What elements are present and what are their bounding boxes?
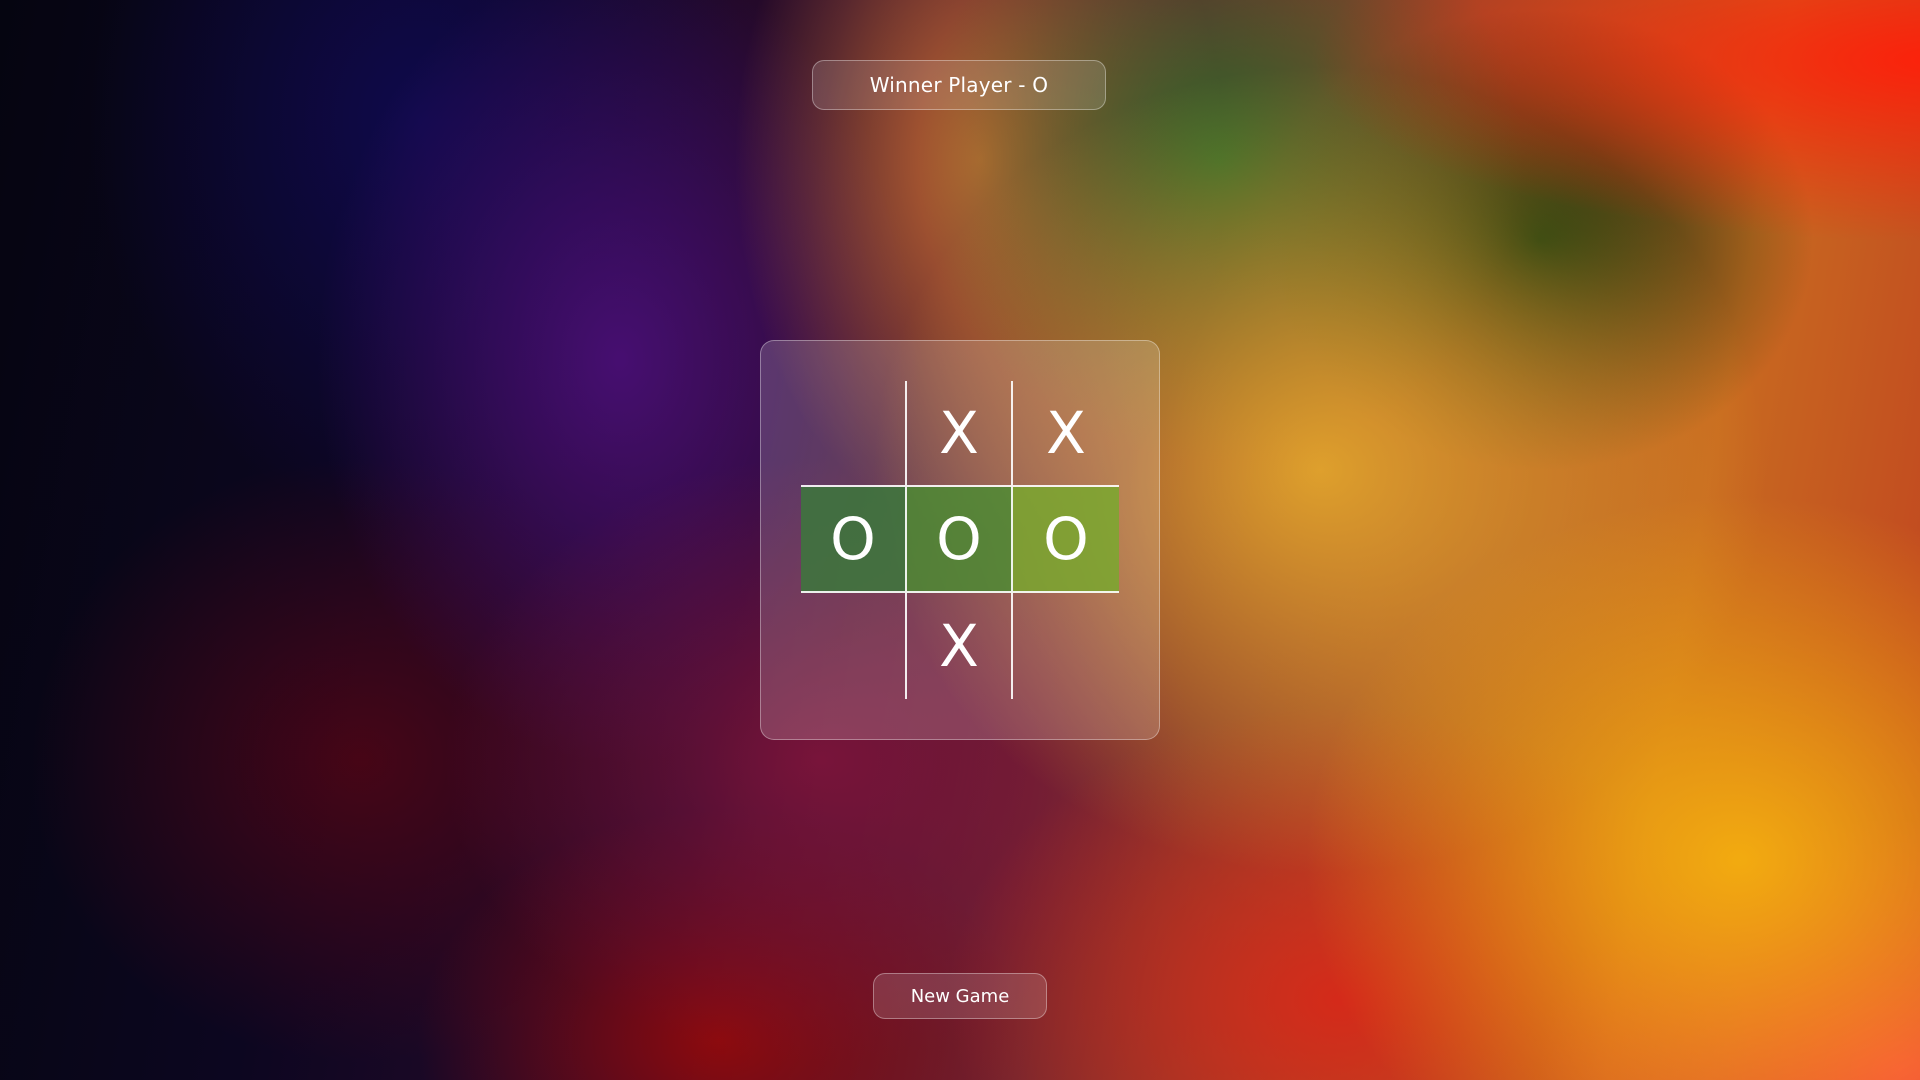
board-cell[interactable] bbox=[1013, 593, 1119, 699]
winner-status: Winner Player - O bbox=[812, 60, 1106, 110]
game-board-grid: X X O O O X bbox=[801, 381, 1119, 699]
winner-status-text: Winner Player - O bbox=[869, 73, 1049, 97]
board-cell[interactable] bbox=[801, 593, 907, 699]
board-cell[interactable] bbox=[801, 381, 907, 487]
game-board-panel: X X O O O X bbox=[760, 340, 1160, 740]
board-cell[interactable]: X bbox=[907, 381, 1013, 487]
board-cell-winning[interactable]: O bbox=[907, 487, 1013, 593]
new-game-button[interactable]: New Game bbox=[873, 973, 1047, 1019]
board-cell-winning[interactable]: O bbox=[1013, 487, 1119, 593]
board-cell[interactable]: X bbox=[1013, 381, 1119, 487]
new-game-label: New Game bbox=[910, 985, 1010, 1007]
board-cell[interactable]: X bbox=[907, 593, 1013, 699]
board-cell-winning[interactable]: O bbox=[801, 487, 907, 593]
